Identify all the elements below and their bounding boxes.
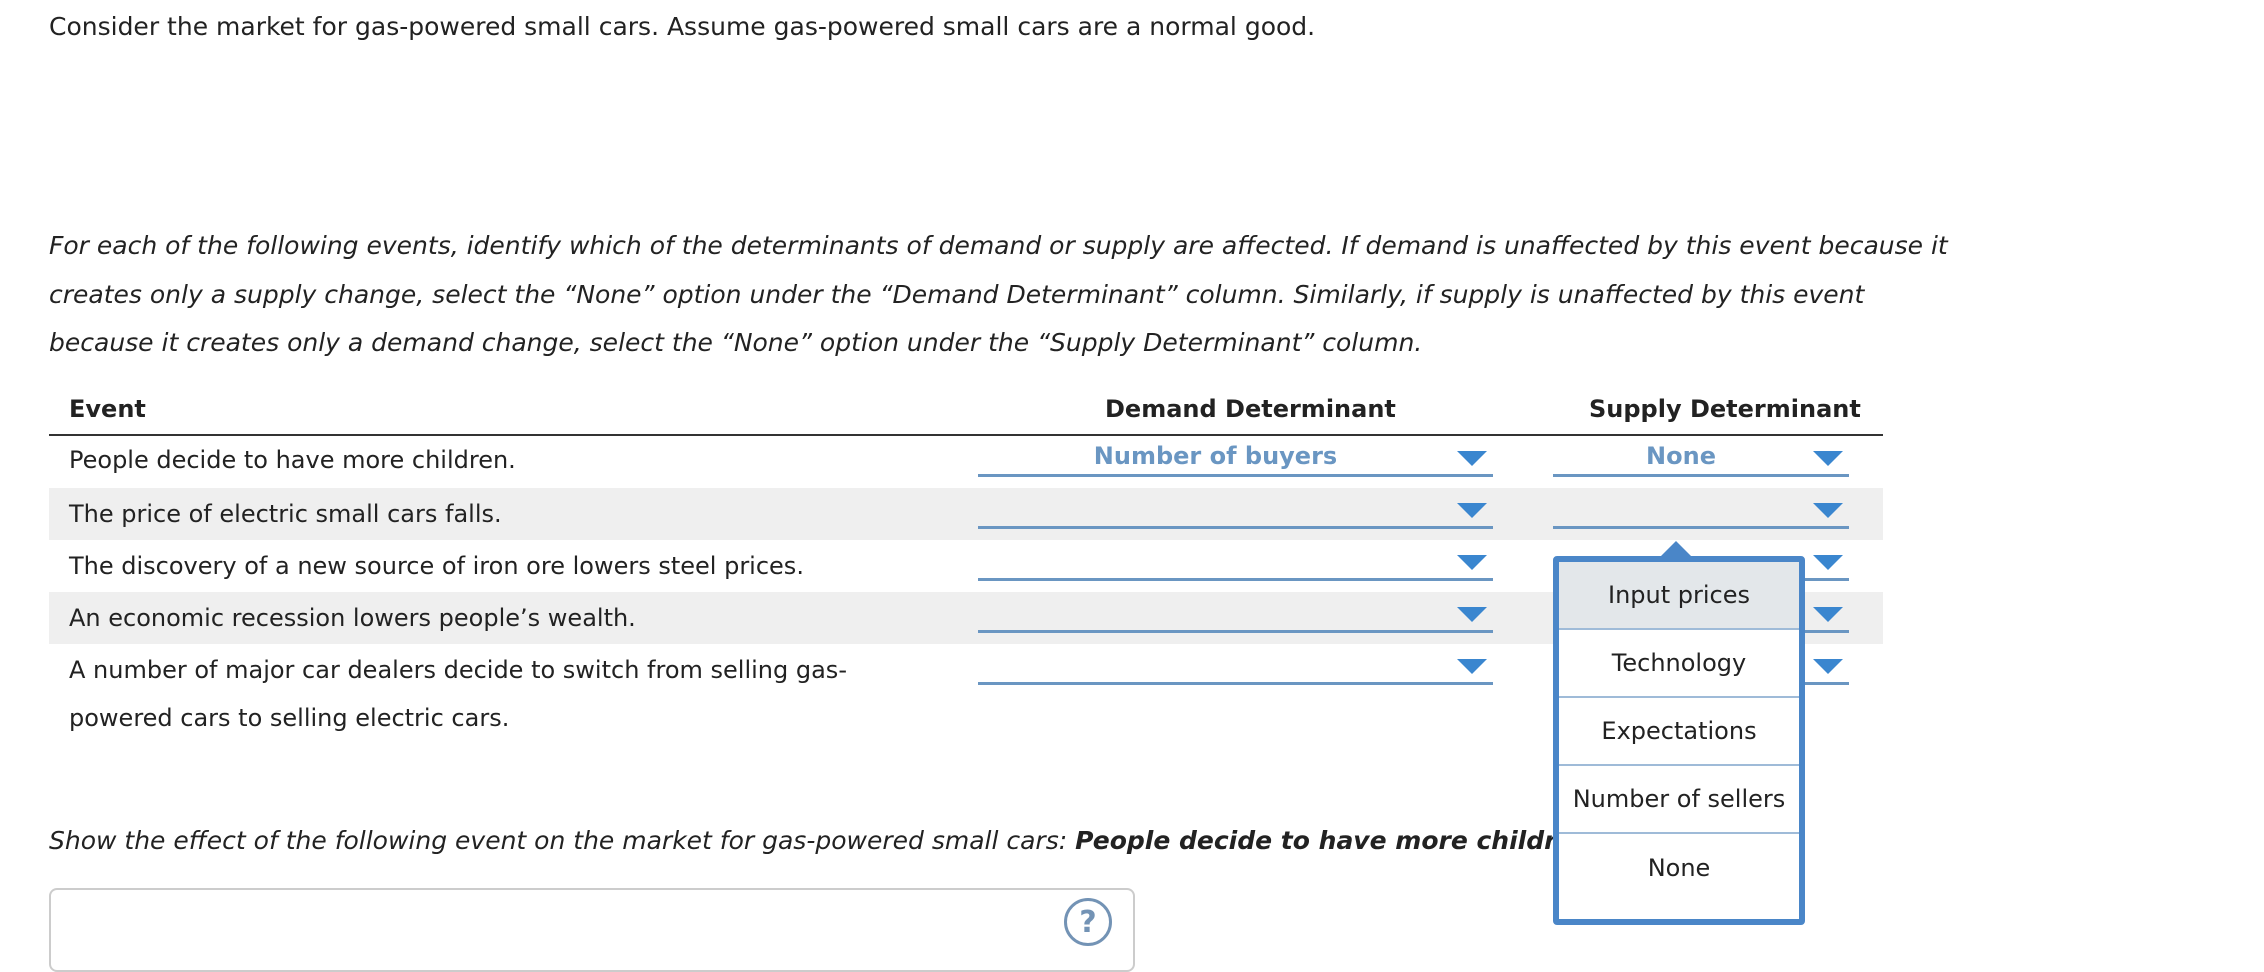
caret-down-icon (1457, 659, 1487, 674)
event-label: An economic recession lowers people’s we… (69, 604, 636, 632)
menu-option-number-of-sellers[interactable]: Number of sellers (1559, 766, 1799, 834)
caret-down-icon (1813, 555, 1843, 570)
event-label-line-2: powered cars to selling electric cars. (69, 704, 510, 732)
supply-dropdown-1[interactable]: None (1553, 438, 1849, 477)
caret-down-icon (1813, 659, 1843, 674)
supply-dropdown-2[interactable] (1553, 490, 1849, 529)
dropdown-value: Number of buyers (1093, 442, 1338, 470)
table-row: People decide to have more children. Num… (49, 436, 1883, 488)
menu-option-expectations[interactable]: Expectations (1559, 698, 1799, 766)
demand-dropdown-3[interactable] (978, 542, 1493, 581)
effect-prompt-text: Show the effect of the following event o… (49, 826, 1076, 855)
instructions-line-1: For each of the following events, identi… (49, 231, 1948, 260)
table-row: The price of electric small cars falls. (49, 488, 1883, 540)
demand-dropdown-4[interactable] (978, 594, 1493, 633)
caret-down-icon (1457, 607, 1487, 622)
caret-down-icon (1813, 451, 1843, 466)
demand-dropdown-5[interactable] (978, 646, 1493, 685)
dropdown-value: None (1646, 442, 1716, 470)
instructions-line-2: creates only a supply change, select the… (49, 279, 1865, 309)
graph-panel[interactable] (49, 888, 1135, 972)
caret-down-icon (1813, 607, 1843, 622)
menu-option-none[interactable]: None (1559, 834, 1799, 902)
event-label: The discovery of a new source of iron or… (69, 552, 804, 580)
demand-dropdown-2[interactable] (978, 490, 1493, 529)
supply-options-menu: Input prices Technology Expectations Num… (1553, 556, 1805, 925)
help-icon[interactable]: ? (1064, 898, 1112, 946)
effect-prompt: Show the effect of the following event o… (49, 826, 1601, 855)
header-demand-determinant: Demand Determinant (1105, 395, 1396, 423)
demand-dropdown-1[interactable]: Number of buyers (978, 438, 1493, 477)
intro-text: Consider the market for gas-powered smal… (49, 12, 1316, 41)
event-label: A number of major car dealers decide to … (69, 646, 847, 742)
header-event: Event (69, 395, 146, 423)
instructions: For each of the following events, identi… (49, 222, 1949, 368)
caret-down-icon (1457, 555, 1487, 570)
caret-down-icon (1457, 451, 1487, 466)
menu-option-input-prices[interactable]: Input prices (1559, 562, 1799, 630)
menu-caret-up-icon (1661, 541, 1691, 556)
event-label-line-1: A number of major car dealers decide to … (69, 656, 847, 684)
instructions-line-3: because it creates only a demand change,… (49, 328, 1423, 357)
event-label: People decide to have more children. (69, 446, 516, 474)
event-label: The price of electric small cars falls. (69, 500, 502, 528)
menu-option-technology[interactable]: Technology (1559, 630, 1799, 698)
header-supply-determinant: Supply Determinant (1589, 395, 1861, 423)
caret-down-icon (1813, 503, 1843, 518)
effect-event: People decide to have more children. (1075, 826, 1601, 855)
caret-down-icon (1457, 503, 1487, 518)
